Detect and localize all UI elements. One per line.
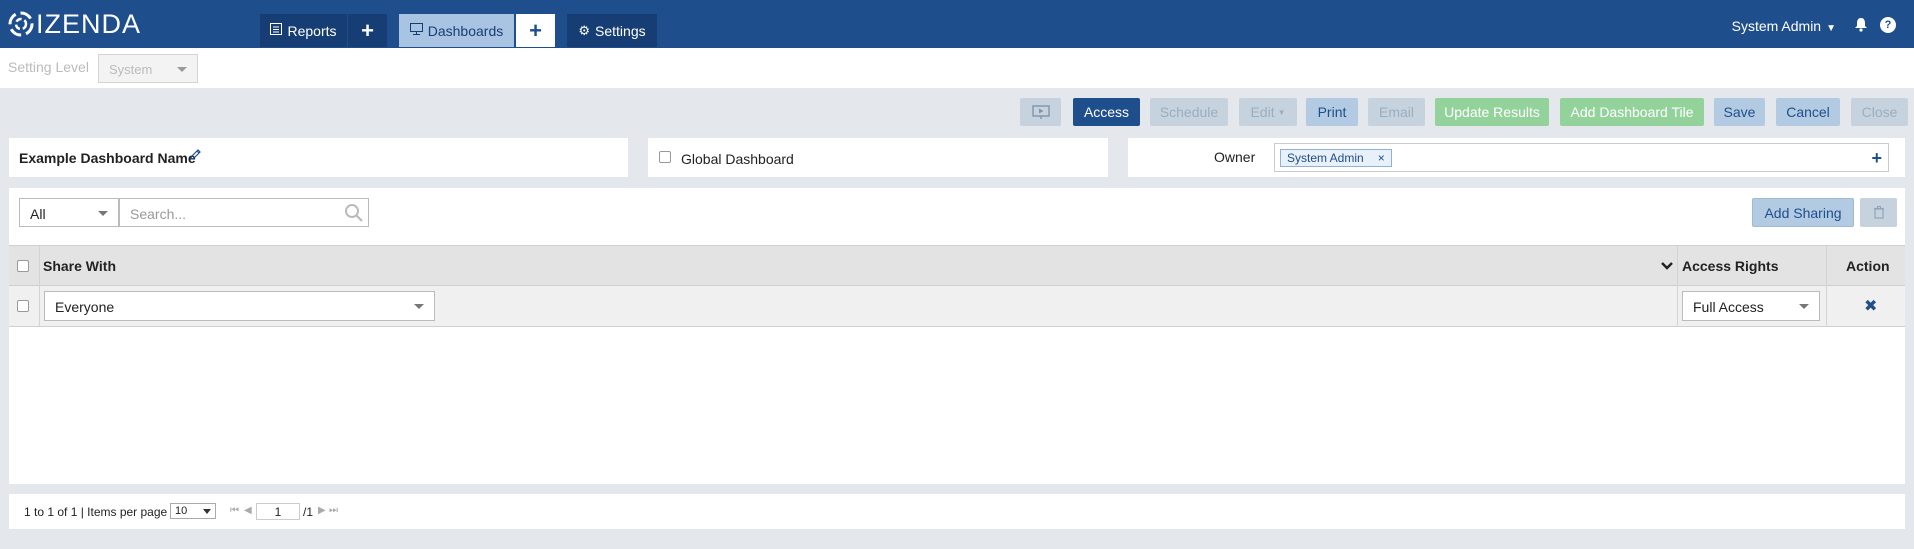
chevron-down-icon: ▼	[1826, 23, 1836, 34]
nav-dashboards[interactable]: Dashboards	[399, 14, 514, 47]
table-row: Everyone Full Access ✖	[9, 286, 1905, 327]
add-dashboard-button[interactable]: +	[516, 14, 555, 47]
pencil-icon[interactable]	[189, 148, 202, 164]
page-total: /1	[303, 505, 314, 519]
pager-summary: 1 to 1 of 1 | Items per page	[24, 505, 168, 519]
help-icon[interactable]: ?	[1880, 17, 1896, 33]
nav-reports-label: Reports	[287, 22, 337, 39]
owner-field[interactable]: System Admin × +	[1274, 143, 1889, 172]
global-dashboard-panel: Global Dashboard	[648, 138, 1108, 177]
prev-page-icon[interactable]: ◀	[244, 505, 252, 516]
email-button[interactable]: Email	[1368, 98, 1425, 126]
save-button[interactable]: Save	[1714, 98, 1765, 126]
bell-icon[interactable]	[1854, 17, 1868, 35]
user-menu[interactable]: System Admin ▼	[1732, 18, 1836, 34]
next-page-icon[interactable]: ▶	[318, 505, 326, 516]
logo-text: IZENDA	[36, 8, 142, 39]
nav-settings-label: Settings	[595, 22, 646, 39]
top-nav-bar: IZENDA Reports + Dashboards + ⚙ Settings…	[0, 0, 1914, 48]
nav-settings[interactable]: ⚙ Settings	[567, 14, 657, 47]
gear-icon: ⚙	[578, 22, 591, 38]
access-rights-select[interactable]: Full Access	[1682, 291, 1820, 321]
chevron-down-icon	[203, 509, 211, 514]
global-dashboard-checkbox[interactable]	[659, 151, 671, 163]
trash-icon	[1873, 206, 1884, 219]
chevron-down-icon[interactable]	[1660, 259, 1674, 274]
column-header-action: Action	[1846, 258, 1890, 274]
first-page-icon[interactable]: ⏮	[230, 505, 239, 516]
chevron-down-icon	[1799, 304, 1809, 309]
logo-swirl-icon	[8, 11, 34, 37]
user-name: System Admin	[1731, 18, 1822, 34]
chevron-down-icon	[414, 304, 424, 309]
izenda-logo[interactable]: IZENDA	[8, 8, 142, 39]
setting-level-label: Setting Level	[8, 59, 89, 75]
column-header-share-with[interactable]: Share With	[43, 258, 116, 274]
remove-row-icon[interactable]: ✖	[1864, 296, 1877, 316]
access-button[interactable]: Access	[1073, 98, 1140, 126]
chevron-down-icon: ▼	[1277, 107, 1286, 117]
row-checkbox[interactable]	[17, 300, 29, 312]
column-divider	[1677, 246, 1678, 287]
plus-icon: +	[529, 17, 542, 43]
search-input[interactable]: Search...	[119, 198, 369, 227]
last-page-icon[interactable]: ⏭	[329, 505, 338, 516]
print-button[interactable]: Print	[1306, 98, 1358, 126]
setting-level-value: System	[109, 62, 153, 77]
presentation-button[interactable]	[1020, 98, 1061, 126]
page-number-input[interactable]: 1	[256, 503, 300, 520]
cancel-button[interactable]: Cancel	[1776, 98, 1840, 126]
presentation-icon	[1031, 104, 1050, 119]
column-divider	[1826, 286, 1827, 327]
column-header-access-rights[interactable]: Access Rights	[1682, 258, 1778, 274]
chevron-down-icon	[98, 211, 108, 216]
column-divider	[1677, 286, 1678, 327]
column-divider	[1826, 246, 1827, 287]
add-owner-icon[interactable]: +	[1871, 148, 1882, 169]
plus-icon: +	[361, 17, 374, 43]
share-with-value: Everyone	[55, 299, 115, 315]
column-divider	[39, 246, 40, 287]
sharing-table-header: Share With Access Rights Action	[9, 245, 1905, 287]
nav-reports[interactable]: Reports	[260, 14, 347, 47]
edit-button[interactable]: Edit ▼	[1239, 98, 1297, 126]
add-sharing-button[interactable]: Add Sharing	[1752, 198, 1854, 227]
add-report-button[interactable]: +	[348, 14, 387, 47]
dashboard-name-panel: Example Dashboard Name	[9, 138, 628, 177]
items-per-page-select[interactable]: 10	[170, 503, 216, 519]
add-dashboard-tile-button[interactable]: Add Dashboard Tile	[1560, 98, 1704, 126]
items-per-page-value: 10	[175, 505, 188, 517]
schedule-button[interactable]: Schedule	[1150, 98, 1228, 126]
close-button[interactable]: Close	[1851, 98, 1908, 126]
setting-level-bar: Setting Level System	[0, 48, 1914, 88]
update-results-button[interactable]: Update Results	[1435, 98, 1549, 126]
column-divider	[39, 286, 40, 327]
search-icon[interactable]	[344, 203, 364, 226]
dashboard-name: Example Dashboard Name	[19, 150, 196, 166]
chevron-down-icon	[177, 67, 187, 72]
owner-label: Owner	[1214, 149, 1256, 165]
owner-tag-label: System Admin	[1287, 151, 1364, 165]
remove-tag-icon[interactable]: ×	[1378, 151, 1385, 165]
report-icon	[270, 23, 283, 38]
sharing-filter-value: All	[30, 206, 46, 222]
dashboard-icon	[409, 23, 423, 38]
select-all-checkbox[interactable]	[17, 260, 29, 272]
setting-level-select[interactable]: System	[98, 54, 198, 83]
nav-dashboards-label: Dashboards	[427, 22, 504, 39]
sharing-filter-select[interactable]: All	[19, 198, 119, 227]
pager: 1 to 1 of 1 | Items per page 10 ⏮ ◀ 1 /1…	[9, 494, 1905, 529]
access-rights-value: Full Access	[1693, 299, 1764, 315]
search-placeholder: Search...	[130, 206, 187, 222]
edit-label: Edit	[1250, 104, 1275, 120]
delete-button[interactable]	[1860, 198, 1897, 227]
global-dashboard-label: Global Dashboard	[681, 151, 794, 167]
sharing-panel	[9, 188, 1905, 484]
owner-tag: System Admin ×	[1280, 149, 1392, 167]
share-with-select[interactable]: Everyone	[44, 291, 435, 321]
